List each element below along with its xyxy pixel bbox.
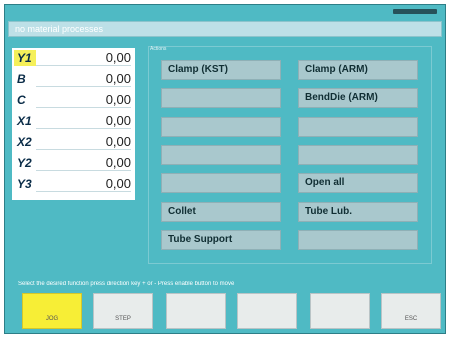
left-action-button-5[interactable] [161,173,281,193]
right-action-button-3[interactable] [298,117,418,137]
hint-text: Select the desired function press direct… [18,281,235,287]
right-action-button-2[interactable]: BendDie (ARM) [298,88,418,108]
axis-position-list: Y1 0,00 B 0,00 C 0,00 X1 0,00 X2 0,00 Y2 0,00 Y3 0,00 [12,48,135,200]
axis-row-b[interactable]: B 0,00 [12,69,135,88]
right-action-button-5[interactable]: Open all [298,173,418,193]
axis-row-y1[interactable]: Y1 0,00 [12,48,135,67]
axis-value: 0,00 [36,50,131,66]
left-action-button-3[interactable] [161,117,281,137]
axis-value: 0,00 [36,134,131,150]
left-action-button-4[interactable] [161,145,281,165]
right-action-button-1[interactable]: Clamp (ARM) [298,60,418,80]
axis-name: C [14,91,36,108]
axis-name: B [14,70,36,87]
function-key-1[interactable]: JOG [22,293,82,329]
axis-value: 0,00 [36,176,131,192]
status-message: no material processes [8,21,442,37]
axis-name: Y2 [14,154,36,171]
right-action-button-6[interactable]: Tube Lub. [298,202,418,222]
right-action-button-4[interactable] [298,145,418,165]
axis-name: Y1 [14,49,36,66]
right-action-button-7[interactable] [298,230,418,250]
action-group-label: Actions [150,46,167,52]
function-key-3[interactable] [166,293,226,329]
function-key-6[interactable]: ESC [381,293,441,329]
function-key-5[interactable] [310,293,370,329]
function-key-4[interactable] [237,293,297,329]
axis-value: 0,00 [36,113,131,129]
left-action-button-2[interactable] [161,88,281,108]
axis-value: 0,00 [36,92,131,108]
title-bar [5,5,445,19]
function-key-2[interactable]: STEP [93,293,153,329]
axis-row-x1[interactable]: X1 0,00 [12,111,135,130]
axis-row-c[interactable]: C 0,00 [12,90,135,109]
axis-value: 0,00 [36,155,131,171]
axis-row-y2[interactable]: Y2 0,00 [12,153,135,172]
axis-name: X1 [14,112,36,129]
left-action-button-7[interactable]: Tube Support [161,230,281,250]
left-action-button-6[interactable]: Collet [161,202,281,222]
axis-row-x2[interactable]: X2 0,00 [12,132,135,151]
left-action-button-1[interactable]: Clamp (KST) [161,60,281,80]
title-bar-indicator [393,9,437,14]
axis-value: 0,00 [36,71,131,87]
axis-name: Y3 [14,175,36,192]
axis-name: X2 [14,133,36,150]
axis-row-y3[interactable]: Y3 0,00 [12,174,135,193]
